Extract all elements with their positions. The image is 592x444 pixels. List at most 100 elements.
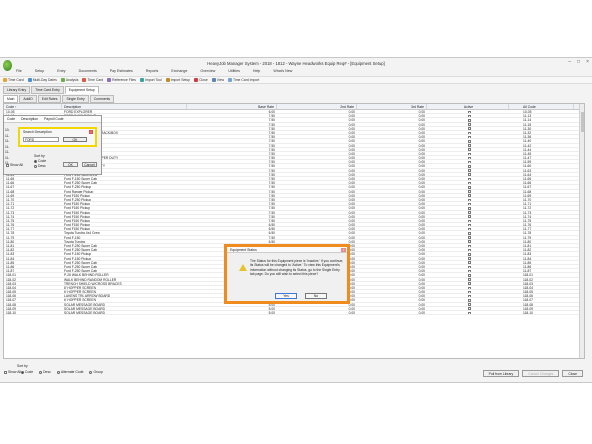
menu-exchange[interactable]: Exchange (169, 69, 189, 75)
active-checkbox[interactable] (467, 294, 471, 298)
toolbar-import-tool[interactable]: Import Tool (139, 78, 162, 82)
active-checkbox[interactable] (467, 257, 471, 260)
close-icon[interactable]: × (89, 130, 93, 134)
lookup-col-description[interactable]: Description (21, 117, 38, 121)
column-header-2nd-rate[interactable]: 2nd Rate (277, 104, 357, 109)
tab-addid[interactable]: AddID (19, 95, 37, 103)
active-checkbox[interactable] (467, 215, 471, 218)
active-checkbox[interactable] (467, 110, 471, 114)
lookup-sort-desc-radio[interactable]: Desc (34, 164, 46, 169)
active-checkbox[interactable] (467, 299, 471, 302)
active-checkbox[interactable] (467, 307, 471, 310)
active-checkbox[interactable] (467, 244, 471, 248)
active-checkbox[interactable] (467, 303, 471, 306)
tab-edit-rates[interactable]: Edit Rates (37, 95, 62, 103)
active-checkbox[interactable] (467, 177, 471, 181)
scrollbar-thumb[interactable] (581, 112, 584, 132)
active-checkbox[interactable] (467, 181, 471, 185)
menu-help[interactable]: Help (251, 69, 262, 75)
column-header-3rd-rate[interactable]: 3rd Rate (357, 104, 427, 109)
lookup-col-code[interactable]: Code (7, 117, 15, 121)
menu-reports[interactable]: Reports (144, 69, 161, 75)
active-checkbox[interactable] (467, 160, 471, 164)
close-icon[interactable]: × (586, 59, 589, 65)
active-checkbox[interactable] (467, 148, 471, 151)
tab-single-entry[interactable]: Single Entry (62, 95, 89, 103)
active-checkbox[interactable] (467, 123, 471, 126)
toolbar-import-setup[interactable]: Import Setup (165, 78, 190, 82)
active-checkbox[interactable] (467, 114, 471, 118)
lookup-show-all-checkbox[interactable]: Show All (6, 163, 23, 167)
active-checkbox[interactable] (467, 190, 471, 193)
toolbar-close[interactable]: Close (194, 78, 208, 82)
menu-pay-estimates[interactable]: Pay Estimates (108, 69, 135, 75)
sort-group-radio[interactable]: Group (89, 370, 103, 374)
close-button[interactable]: Close (562, 370, 583, 377)
close-icon[interactable]: × (341, 248, 346, 252)
active-checkbox[interactable] (467, 144, 471, 147)
active-checkbox[interactable] (467, 290, 471, 294)
active-checkbox[interactable] (467, 253, 471, 256)
active-checkbox[interactable] (467, 127, 471, 130)
active-checkbox[interactable] (467, 248, 471, 252)
tab-main[interactable]: Main (3, 95, 19, 103)
active-checkbox[interactable] (467, 269, 471, 273)
column-header-description[interactable]: Description (62, 104, 187, 109)
lookup-cancel-button[interactable]: Cancel (82, 162, 97, 167)
active-checkbox[interactable] (467, 240, 471, 243)
menu-overview[interactable]: Overview (198, 69, 217, 75)
active-checkbox[interactable] (467, 227, 471, 231)
column-header-active[interactable]: Active (427, 104, 509, 109)
active-checkbox[interactable] (467, 273, 471, 277)
toolbar-reference-files[interactable]: Reference Files (107, 78, 136, 82)
tab-time-card-entry[interactable]: Time Card Entry (31, 86, 64, 94)
column-header-base-rate[interactable]: Base Rate (187, 104, 277, 109)
active-checkbox[interactable] (467, 156, 471, 160)
active-checkbox[interactable] (467, 119, 471, 122)
active-checkbox[interactable] (467, 202, 471, 206)
menu-entry[interactable]: Entry (55, 69, 67, 75)
table-row[interactable]: 118-10 SOLAR MESSAGE BOARD 5.00 0.00 0.00 118… (4, 311, 584, 316)
active-checkbox[interactable] (467, 131, 471, 135)
lookup-col-payroll-code[interactable]: Payroll Code (44, 117, 63, 121)
menu-whats-new[interactable]: What's New (271, 69, 294, 75)
menu-file[interactable]: File (14, 69, 24, 75)
toolbar-time-card-2[interactable]: Time Card (82, 78, 103, 82)
toolbar-multi-day[interactable]: Multi-Day Dates (27, 78, 57, 82)
search-description-input[interactable]: FORD (23, 137, 59, 142)
menu-setup[interactable]: Setup (33, 69, 46, 75)
active-checkbox[interactable] (467, 206, 471, 210)
active-checkbox[interactable] (467, 135, 471, 139)
active-checkbox[interactable] (467, 278, 471, 281)
toolbar-view[interactable]: View (211, 78, 224, 82)
active-checkbox[interactable] (467, 198, 471, 202)
cancel-changes-button[interactable]: Cancel Changes (522, 370, 560, 377)
maximize-icon[interactable]: □ (577, 59, 580, 65)
active-checkbox[interactable] (467, 282, 471, 285)
minimize-icon[interactable]: – (568, 59, 571, 65)
active-checkbox[interactable] (467, 236, 471, 239)
active-checkbox[interactable] (467, 194, 471, 197)
column-header-code[interactable]: Code ↑ (4, 104, 62, 109)
active-checkbox[interactable] (467, 286, 471, 290)
sort-alternate-code-radio[interactable]: Alternate Code (56, 370, 83, 374)
toolbar-time-card[interactable]: Time Card (3, 78, 24, 82)
active-checkbox[interactable] (467, 139, 471, 143)
column-header-all-code[interactable]: All Code (509, 104, 574, 109)
active-checkbox[interactable] (467, 211, 471, 214)
active-checkbox[interactable] (467, 165, 471, 168)
active-checkbox[interactable] (467, 186, 471, 189)
toolbar-analysis[interactable]: Analysis (60, 78, 78, 82)
active-checkbox[interactable] (467, 169, 471, 172)
active-checkbox[interactable] (467, 152, 471, 156)
menu-documents[interactable]: Documents (77, 69, 99, 75)
tab-library-entry[interactable]: Library Entry (3, 86, 31, 94)
active-checkbox[interactable] (467, 219, 471, 223)
pull-from-library-button[interactable]: Pull from Library (482, 370, 520, 377)
search-ok-button[interactable]: OK (63, 137, 87, 142)
show-all-checkbox[interactable]: Show All (4, 370, 21, 374)
active-checkbox[interactable] (467, 223, 471, 227)
tab-equipment-setup[interactable]: Equipment Setup (64, 86, 99, 94)
active-checkbox[interactable] (467, 173, 471, 176)
active-checkbox[interactable] (467, 261, 471, 264)
